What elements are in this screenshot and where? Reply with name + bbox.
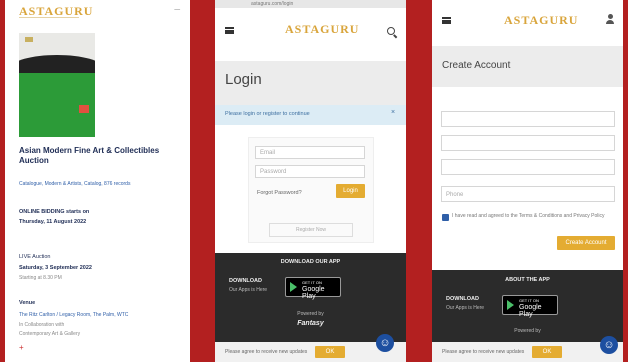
last-name-field[interactable] [441,135,615,151]
venue-line: In Collaboration with [19,322,65,328]
download-label: DOWNLOAD [229,278,262,284]
powered-by: Powered by [297,311,324,317]
page-title: Create Account [442,60,511,71]
page-header: Create Account [432,46,623,87]
auction-cover-image[interactable] [19,33,95,137]
footer-heading: ABOUT THE APP [505,277,550,283]
email-field[interactable]: Email [255,146,365,159]
app-footer: ABOUT THE APP DOWNLOAD Our Apps is Here … [432,270,623,362]
google-play-badge[interactable]: GET IT ON Google Play [502,295,558,318]
forgot-password-link[interactable]: Forgot Password? [257,190,302,196]
online-bid-date: Thursday, 11 August 2022 [19,219,87,225]
search-icon[interactable] [387,27,395,35]
consent-bar: Please agree to receive new updates OK [432,342,623,362]
live-label: LIVE Auction [19,254,51,260]
signup-panel: ASTAGURU Create Account Phone I have rea… [432,0,623,362]
email-field[interactable] [441,159,615,175]
play-store-icon [290,282,297,292]
notice-text: Please login or register to continue [225,111,310,117]
consent-button[interactable]: OK [315,346,345,358]
login-button[interactable]: Login [336,184,365,198]
login-form: Email Password Forgot Password? Login Re… [248,137,374,243]
app-subtext: Our Apps is Here [229,287,268,293]
menu-icon[interactable] [442,17,451,24]
powered-by: Powered by [514,328,541,334]
venue-line[interactable]: The Ritz Carlton / Legacy Room, The Palm… [19,312,184,318]
play-store-icon [507,300,514,310]
login-notice: Please login or register to continue × [215,105,406,125]
more-icon[interactable]: + [19,343,24,352]
venue-label: Venue [19,300,36,306]
live-date: Saturday, 3 September 2022 [19,265,92,271]
terms-checkbox[interactable] [442,214,449,221]
browser-bar: astaguru.com/login [215,0,406,8]
password-field[interactable]: Password [255,165,365,178]
register-button[interactable]: Register Now [269,223,353,237]
brand-logo[interactable]: ASTAGURU [504,13,578,28]
online-bid-label: ONLINE BIDDING starts on [19,209,90,215]
create-account-button[interactable]: Create Account [557,236,615,250]
close-icon[interactable]: ─ [174,5,180,14]
user-icon[interactable] [606,14,614,24]
venue-line: Contemporary Art & Gallery [19,331,81,337]
phone-field[interactable]: Phone [441,186,615,202]
close-icon[interactable]: × [391,109,395,116]
consent-button[interactable]: OK [532,346,562,358]
menu-icon[interactable] [225,27,234,34]
badge-small-text: GET IT ON [519,298,539,303]
auction-panel: ASTAGURU ─ Asian Modern Fine Art & Colle… [5,0,190,362]
accessibility-icon[interactable]: ☺ [376,334,394,352]
page-title: Login [225,71,262,88]
footer-heading: DOWNLOAD OUR APP [280,259,341,265]
consent-text: Please agree to receive new updates [442,349,525,355]
page-header: Login [215,61,406,105]
auction-title: Asian Modern Fine Art & Collectibles Auc… [19,146,160,165]
browser-url[interactable]: astaguru.com/login [251,1,293,7]
badge-big-text: Google Play [302,286,325,300]
live-time: Starting at 8.30 PM [19,275,62,281]
catalogue-link[interactable]: Catalogue, Modern & Artists, Catalog, 87… [19,181,184,187]
badge-big-text: Google Play [519,304,542,318]
powered-brand: Fantasy [297,320,324,327]
app-subtext: Our Apps is Here [446,305,485,311]
first-name-field[interactable] [441,111,615,127]
consent-text: Please agree to receive new updates [225,349,308,355]
google-play-badge[interactable]: GET IT ON Google Play [285,277,341,300]
logo-underline [19,17,79,18]
download-label: DOWNLOAD [446,296,479,302]
terms-text[interactable]: I have read and agreed to the Terms & Co… [452,213,612,220]
login-panel: astaguru.com/login ASTAGURU Login Please… [215,0,406,362]
brand-logo[interactable]: ASTAGURU [285,22,359,37]
badge-small-text: GET IT ON [302,280,322,285]
accessibility-icon[interactable]: ☺ [600,336,618,354]
